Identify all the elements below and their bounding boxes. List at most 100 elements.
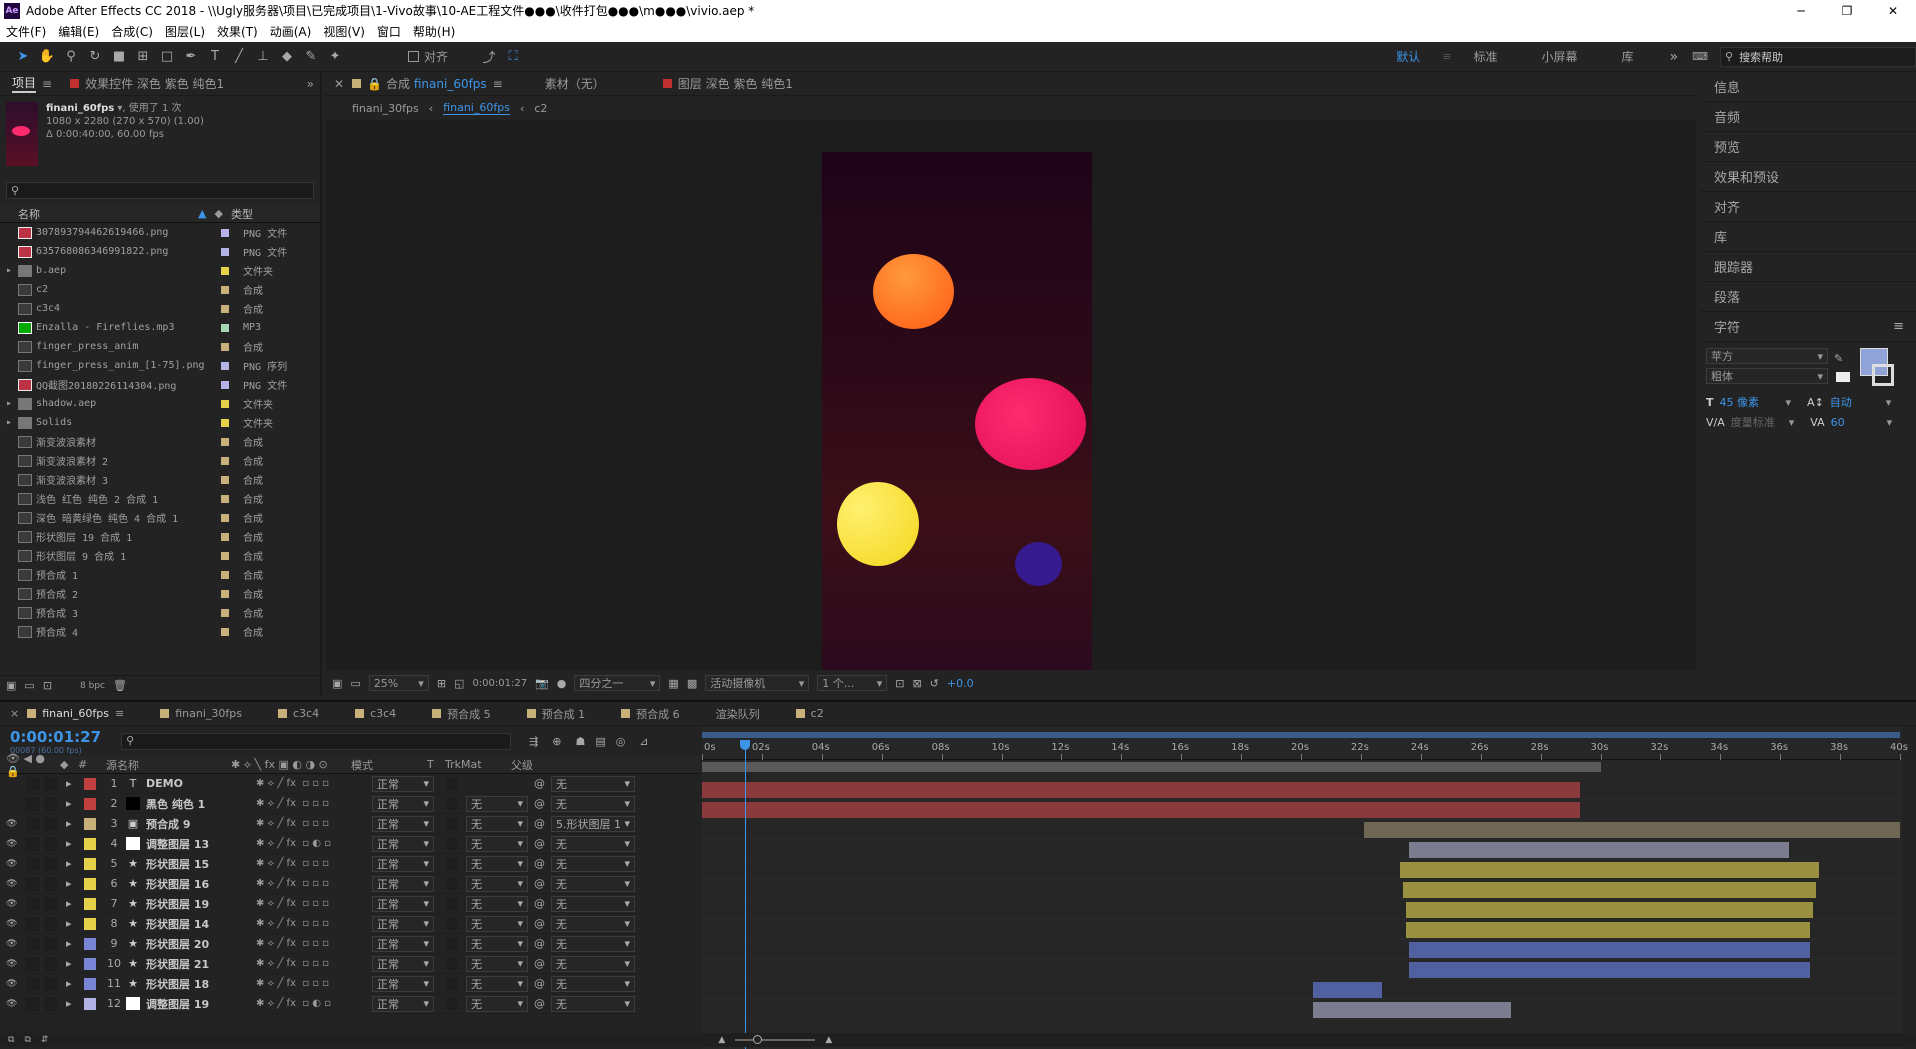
- project-item[interactable]: 预合成 4 合成: [0, 622, 320, 641]
- tab-composition[interactable]: ✕ 🔒 合成 finani_60fps ≡: [334, 75, 503, 92]
- lock-toggle[interactable]: [44, 836, 58, 851]
- views-select[interactable]: 1 个... ▾: [817, 675, 888, 691]
- label-color-swatch[interactable]: [221, 342, 229, 351]
- layer-switches[interactable]: ✱ ⟡ ╱ fx ▫ ▫ ▫: [256, 798, 372, 809]
- layer-name[interactable]: 黑色 纯色 1: [146, 796, 256, 812]
- tab-effect-controls[interactable]: 效果控件 深色 紫色 纯色1: [70, 75, 224, 92]
- timeline-tab-8[interactable]: c2: [795, 707, 824, 720]
- project-item[interactable]: 浅色 红色 纯色 2 合成 1 合成: [0, 489, 320, 508]
- project-item[interactable]: c3c4 合成: [0, 299, 320, 318]
- panel-1[interactable]: 音频: [1700, 102, 1916, 132]
- blend-mode-select[interactable]: 正常 ▾: [372, 955, 434, 972]
- clone-stamp-tool-icon[interactable]: ⊥: [252, 46, 274, 68]
- label-color-swatch[interactable]: [221, 608, 229, 617]
- expand-arrow-icon[interactable]: ▸: [66, 917, 78, 930]
- menu-animation[interactable]: 动画(A): [270, 23, 312, 40]
- expand-arrow-icon[interactable]: ▸: [66, 997, 78, 1010]
- visibility-icon[interactable]: 👁: [0, 999, 17, 1009]
- pickwhip-icon[interactable]: @: [534, 817, 545, 830]
- selection-tool-icon[interactable]: ➤: [12, 46, 34, 68]
- timeline-tab-0[interactable]: × finani_60fps ≡: [10, 707, 124, 720]
- solo-toggle[interactable]: [26, 816, 40, 831]
- camera-tool-icon[interactable]: ■: [108, 46, 130, 68]
- help-search[interactable]: ⚲ 搜索帮助: [1720, 46, 1916, 67]
- menu-edit[interactable]: 编辑(E): [58, 23, 99, 40]
- timeline-tab-2[interactable]: c3c4: [277, 707, 319, 720]
- solo-toggle[interactable]: [26, 936, 40, 951]
- label-color-swatch[interactable]: [221, 266, 229, 275]
- blend-mode-select[interactable]: 正常 ▾: [372, 895, 434, 912]
- label-color-swatch[interactable]: [221, 380, 229, 389]
- solo-toggle[interactable]: [26, 796, 40, 811]
- label-color-swatch[interactable]: [221, 456, 229, 465]
- layer-label-color[interactable]: [84, 897, 96, 910]
- interpret-footage-icon[interactable]: ▣: [6, 679, 16, 692]
- visibility-icon[interactable]: 👁: [0, 959, 17, 969]
- pickwhip-icon[interactable]: @: [534, 997, 545, 1010]
- layer-name[interactable]: 预合成 9: [146, 816, 256, 832]
- blend-mode-select[interactable]: 正常 ▾: [372, 795, 434, 812]
- blend-mode-select[interactable]: 正常 ▾: [372, 915, 434, 932]
- label-color-swatch[interactable]: [221, 475, 229, 484]
- layer-switches[interactable]: ✱ ⟡ ╱ fx ▫ ▫ ▫: [256, 918, 372, 929]
- visibility-icon[interactable]: 👁: [0, 879, 17, 889]
- eyedropper-icon[interactable]: ✎: [1834, 352, 1843, 365]
- panel-5[interactable]: 库: [1700, 222, 1916, 252]
- preserve-transparency-toggle[interactable]: [446, 977, 458, 990]
- region-icon[interactable]: ▦: [668, 677, 678, 690]
- expand-arrow-icon[interactable]: ▸: [66, 977, 78, 990]
- lock-toggle[interactable]: [44, 996, 58, 1011]
- visibility-icon[interactable]: 👁: [0, 819, 17, 829]
- current-time-display[interactable]: 0:00:01:27: [472, 678, 527, 689]
- blend-mode-select[interactable]: 正常 ▾: [372, 775, 434, 792]
- label-color-swatch[interactable]: [221, 399, 229, 408]
- col-trkmat[interactable]: TrkMat: [445, 758, 511, 771]
- zoom-slider[interactable]: [735, 1035, 816, 1044]
- label-color-swatch[interactable]: [221, 285, 229, 294]
- panel-0[interactable]: 信息: [1700, 72, 1916, 102]
- trkmat-select[interactable]: 无 ▾: [466, 875, 528, 892]
- rectangle-tool-icon[interactable]: □: [156, 46, 178, 68]
- visibility-icon[interactable]: 👁: [0, 839, 17, 849]
- visibility-icon[interactable]: 👁: [0, 939, 17, 949]
- font-family-select[interactable]: 苹方 ▾: [1706, 348, 1828, 364]
- lock-toggle[interactable]: [44, 916, 58, 931]
- eraser-tool-icon[interactable]: ◆: [276, 46, 298, 68]
- stroke-color-swatch[interactable]: [1872, 364, 1894, 386]
- pickwhip-icon[interactable]: @: [534, 877, 545, 890]
- layer-name[interactable]: 调整图层 19: [146, 996, 256, 1012]
- project-item[interactable]: 形状图层 9 合成 1 合成: [0, 546, 320, 565]
- blend-mode-select[interactable]: 正常 ▾: [372, 935, 434, 952]
- zoom-tool-icon[interactable]: ⚲: [60, 46, 82, 68]
- label-color-swatch[interactable]: [221, 551, 229, 560]
- project-item[interactable]: 预合成 1 合成: [0, 565, 320, 584]
- layer-switches-toggle-icon[interactable]: ⧉: [8, 1035, 14, 1045]
- always-preview-icon[interactable]: ▣: [332, 677, 342, 690]
- expand-arrow-icon[interactable]: ▸: [6, 398, 16, 409]
- character-panel-header[interactable]: 字符 ≡: [1700, 312, 1916, 342]
- menu-layer[interactable]: 图层(L): [165, 23, 205, 40]
- solo-toggle[interactable]: [26, 836, 40, 851]
- panel-3[interactable]: 效果和预设: [1700, 162, 1916, 192]
- trash-icon[interactable]: 🗑: [113, 679, 127, 692]
- crumb-0[interactable]: finani_30fps: [352, 102, 419, 115]
- label-color-swatch[interactable]: [221, 589, 229, 598]
- col-mode[interactable]: 模式: [351, 757, 427, 773]
- font-size-value[interactable]: 45 像素: [1720, 394, 1780, 410]
- lock-toggle[interactable]: [44, 956, 58, 971]
- label-color-swatch[interactable]: [221, 437, 229, 446]
- pickwhip-icon[interactable]: @: [534, 837, 545, 850]
- hand-tool-icon[interactable]: ✋: [36, 46, 58, 68]
- timeline-tab-7[interactable]: 渲染队列: [716, 706, 760, 722]
- rotate-tool-icon[interactable]: ↻: [84, 46, 106, 68]
- menu-composition[interactable]: 合成(C): [111, 23, 153, 40]
- trkmat-select[interactable]: 无 ▾: [466, 935, 528, 952]
- layer-duration-bar[interactable]: [1399, 862, 1820, 878]
- transparency-grid-icon[interactable]: ▩: [687, 677, 697, 690]
- layer-duration-bar[interactable]: [1312, 982, 1382, 998]
- kerning-value[interactable]: 度量标准: [1731, 414, 1783, 430]
- layer-name[interactable]: 形状图层 20: [146, 936, 256, 952]
- col-name[interactable]: 名称: [18, 206, 198, 222]
- layer-duration-bar[interactable]: [1408, 962, 1811, 978]
- menu-help[interactable]: 帮助(H): [413, 23, 455, 40]
